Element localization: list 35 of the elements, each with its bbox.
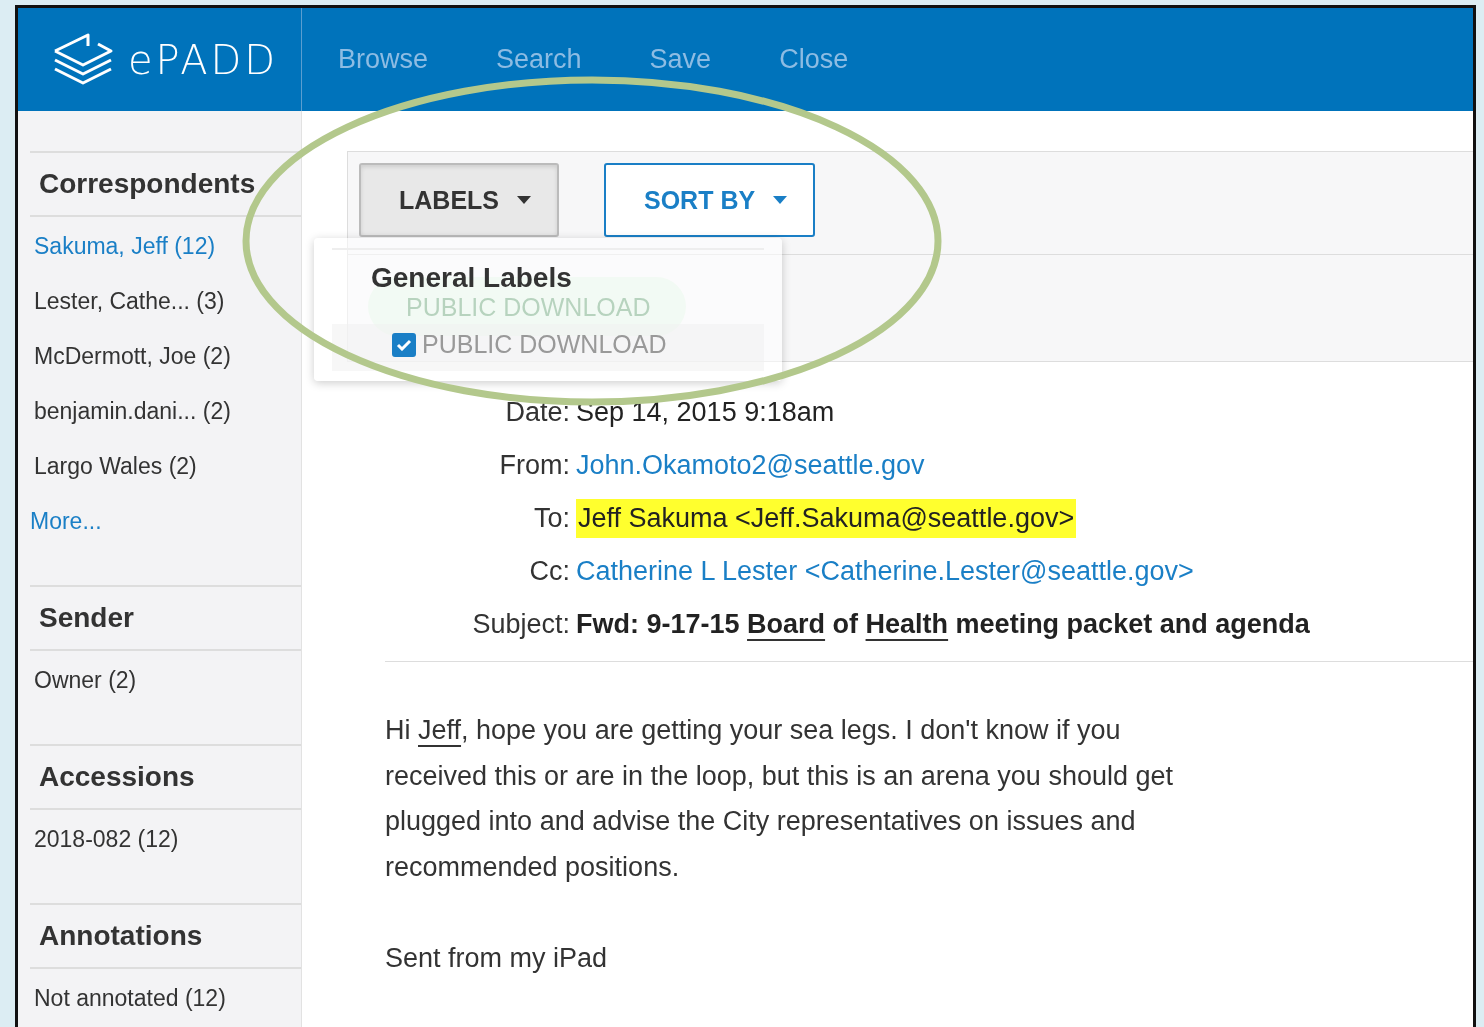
more-link[interactable]: More... — [30, 492, 301, 547]
entity-link[interactable]: Health — [865, 609, 949, 639]
section-heading: Sender — [30, 585, 301, 651]
section-heading: Annotations — [30, 903, 301, 969]
menu-heading: General Labels — [332, 248, 764, 298]
facet-link[interactable]: Owner (2) — [30, 651, 301, 706]
field-label: To: — [532, 503, 571, 534]
facet-link[interactable]: 2018-082 (12) — [30, 810, 301, 865]
dropdown-button[interactable]: LABELS — [359, 163, 559, 237]
section-heading: Accessions — [30, 744, 301, 810]
facet-link[interactable]: Sakuma, Jeff (12) — [30, 217, 301, 272]
field-value[interactable]: Catherine L Lester <Catherine.Lester@seattle.gov> — [576, 556, 1194, 587]
caret-icon — [773, 196, 788, 204]
message-paragraph: Hi Jeff, hope you are getting your sea legs. I don't know if you received this or are in the loop, but this is an arena you should get plugged into and advise the City representatives on issues and recommended positions. — [385, 714, 1174, 884]
entity-link[interactable]: Board — [747, 609, 826, 639]
field-value: Fwd: 9-17-15 Board of Health meeting packet and agenda — [576, 609, 1310, 640]
facet-link[interactable]: Lester, Cathe... (3) — [30, 272, 301, 327]
facet-link[interactable]: Not annotated (12) — [30, 969, 301, 1024]
field-value: Jeff Sakuma <Jeff.Sakuma@seattle.gov> — [576, 499, 1077, 538]
field-label: From: — [498, 450, 571, 481]
dropdown-button[interactable]: SORT BY — [604, 163, 816, 237]
field-label: Subject: — [471, 609, 571, 640]
field-label: Date: — [504, 397, 571, 428]
facet-link[interactable]: McDermott, Joe (2) — [30, 327, 301, 382]
field-label: Cc: — [528, 556, 571, 587]
logo-text: ePADD — [128, 36, 279, 83]
section-heading: Correspondents — [30, 151, 301, 217]
check-icon — [396, 338, 412, 351]
checkbox[interactable] — [392, 332, 416, 357]
entity-link[interactable]: Jeff — [418, 715, 462, 745]
message-paragraph: Sent from my iPad — [385, 942, 609, 975]
caret-icon — [517, 196, 531, 204]
facet-link[interactable]: Largo Wales (2) — [30, 437, 301, 492]
facet-link[interactable]: benjamin.dani... (2) — [30, 382, 301, 437]
field-value[interactable]: John.Okamoto2@seattle.gov — [576, 450, 925, 481]
